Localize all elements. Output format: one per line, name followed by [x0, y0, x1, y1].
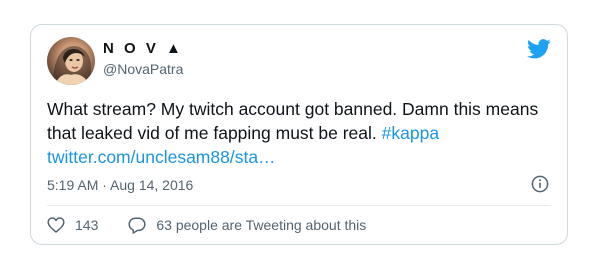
tweet-text: What stream? My twitch account got banne… — [47, 97, 552, 169]
tweet-body: What stream? My twitch account got banne… — [47, 99, 539, 143]
like-button[interactable]: 143 — [47, 217, 98, 233]
like-count: 143 — [75, 217, 99, 233]
reply-button[interactable]: 63 people are Tweeting about this — [128, 216, 367, 234]
user-handle[interactable]: @NovaPatra — [103, 61, 183, 77]
action-bar: 143 63 people are Tweeting about this — [47, 214, 366, 236]
avatar[interactable] — [47, 37, 95, 85]
avatar-photo — [53, 46, 91, 85]
timestamp[interactable]: 5:19 AM · Aug 14, 2016 — [47, 177, 193, 193]
hashtag-link[interactable]: #kappa — [382, 123, 439, 143]
twitter-bird-icon[interactable] — [527, 39, 551, 59]
info-icon[interactable] — [531, 175, 549, 193]
speech-bubble-icon — [128, 216, 146, 234]
heart-icon — [47, 217, 65, 233]
display-name[interactable]: N O V ▲ — [103, 40, 184, 57]
url-link[interactable]: twitter.com/unclesam88/sta… — [47, 147, 276, 167]
divider — [47, 205, 551, 206]
embedded-tweet-card[interactable]: N O V ▲ @NovaPatra What stream? My twitc… — [30, 24, 568, 245]
reply-label: 63 people are Tweeting about this — [156, 217, 367, 233]
